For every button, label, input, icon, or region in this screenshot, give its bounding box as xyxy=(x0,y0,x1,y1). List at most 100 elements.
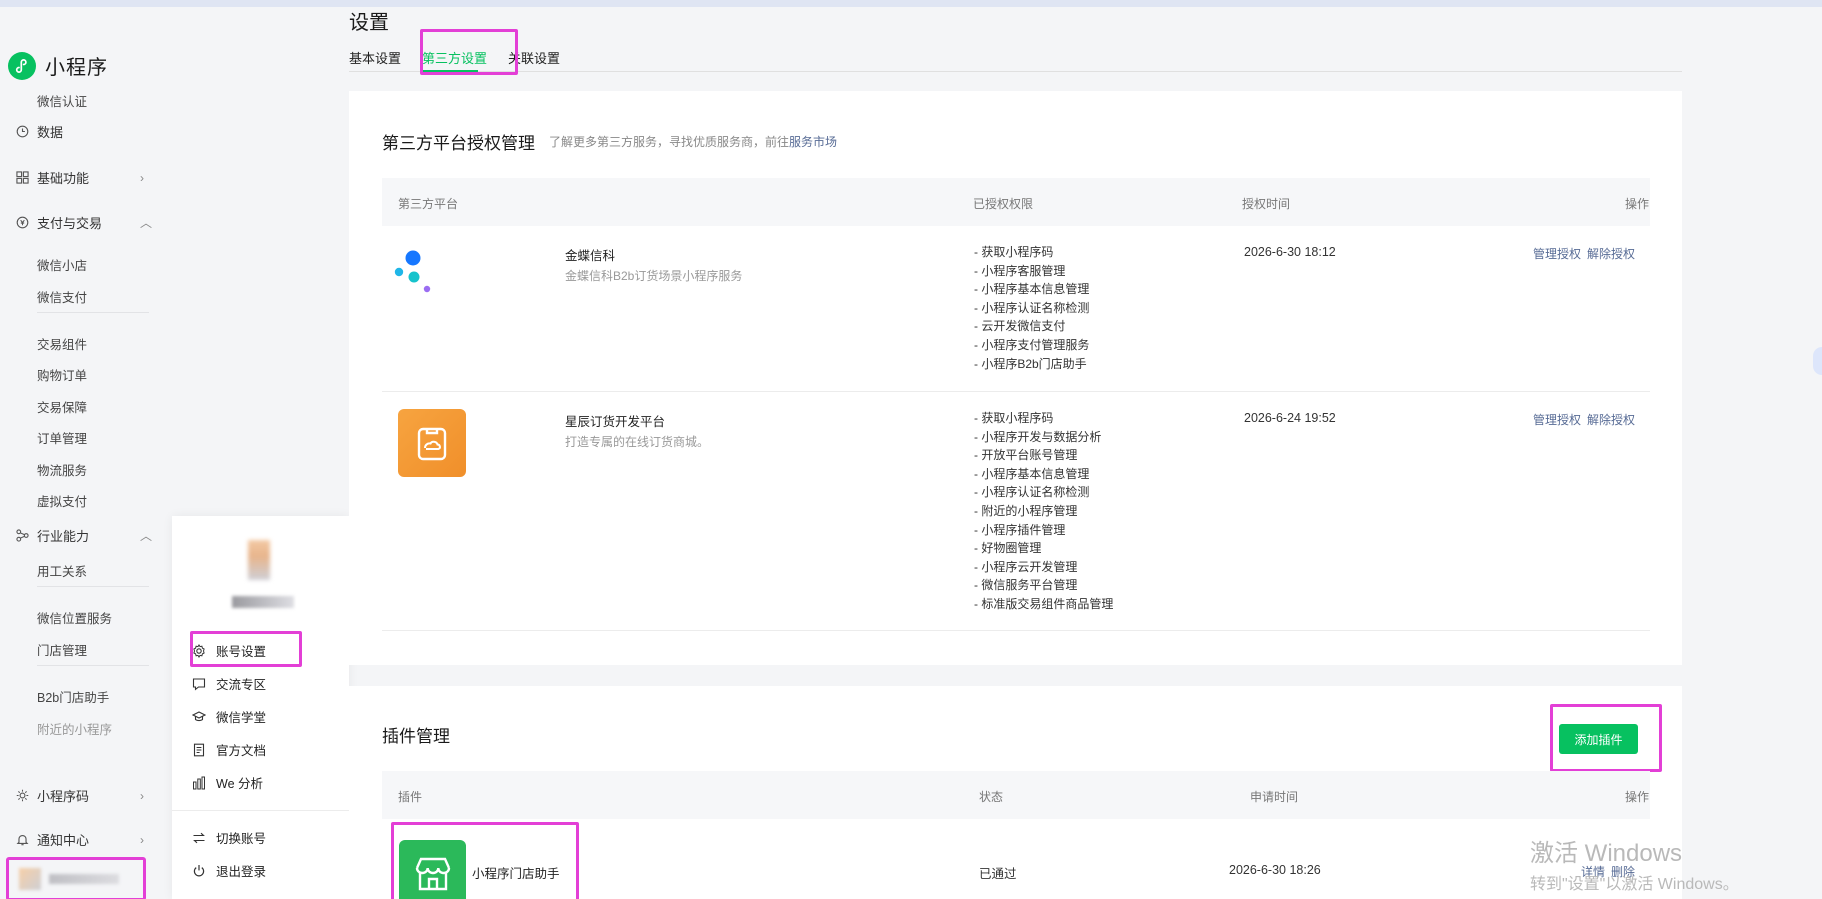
manage-auth-link[interactable]: 管理授权 xyxy=(1533,413,1581,427)
menu-item-switch-account[interactable]: 切换账号 xyxy=(192,828,266,847)
sidebar-item-qrcode[interactable]: 小程序码 › xyxy=(14,786,144,805)
chevron-up-icon: ︿ xyxy=(140,216,153,230)
grid-icon xyxy=(14,170,30,186)
sidebar-item-store-management[interactable]: 门店管理 xyxy=(37,640,87,659)
permission-item: - 小程序认证名称检测 xyxy=(974,300,1090,315)
highlight-box xyxy=(1550,704,1662,772)
current-account-button[interactable] xyxy=(6,857,146,899)
column-header: 插件 xyxy=(398,790,423,804)
table-header: 插件 状态 申请时间 操作 xyxy=(382,771,1650,819)
menu-item-wechat-school[interactable]: 微信学堂 xyxy=(192,707,266,726)
sidebar-item-label: 小程序码 xyxy=(37,789,90,804)
sidebar-divider xyxy=(37,312,149,313)
account-name-redacted xyxy=(232,596,294,608)
watermark-line: 转到"设置"以激活 Windows。 xyxy=(1530,876,1739,893)
platform-name: 星辰订货开发平台 xyxy=(565,415,666,429)
permission-item: - 标准版交易组件商品管理 xyxy=(974,596,1114,611)
sidebar-item-location-service[interactable]: 微信位置服务 xyxy=(37,608,112,627)
sidebar-item-trade-component[interactable]: 交易组件 xyxy=(37,334,87,353)
highlight-box xyxy=(190,631,302,667)
permission-item: - 小程序开发与数据分析 xyxy=(974,429,1102,444)
avatar xyxy=(248,540,270,580)
sidebar-item-payment[interactable]: 支付与交易 ︿ xyxy=(14,213,152,232)
service-market-link[interactable]: 服务市场 xyxy=(789,135,837,149)
column-header: 授权时间 xyxy=(1242,197,1291,211)
sidebar-item-virtual-payment[interactable]: 虚拟支付 xyxy=(37,491,87,510)
plugin-status: 已通过 xyxy=(979,867,1017,881)
permission-item: - 小程序支付管理服务 xyxy=(974,337,1090,352)
menu-item-logout[interactable]: 退出登录 xyxy=(192,861,266,880)
sidebar-item-notifications[interactable]: 通知中心 › xyxy=(14,830,144,849)
bar-chart-icon xyxy=(192,776,206,790)
revoke-auth-link[interactable]: 解除授权 xyxy=(1587,413,1635,427)
sidebar-item-logistics[interactable]: 物流服务 xyxy=(37,460,87,479)
apply-time: 2026-6-30 18:26 xyxy=(1229,863,1321,877)
menu-item-label: 微信学堂 xyxy=(216,711,267,725)
permission-item: - 小程序B2b门店助手 xyxy=(974,356,1087,371)
user-menu-popup: 账号设置 交流专区 微信学堂 官方文档 We 分析 切换账号 退出登录 xyxy=(172,516,349,899)
avatar xyxy=(19,868,41,890)
permission-item: - 小程序基本信息管理 xyxy=(974,466,1090,481)
sidebar-item-nearby-miniprogram[interactable]: 附近的小程序 xyxy=(37,719,112,738)
sidebar-item-data[interactable]: 数据 xyxy=(14,122,63,141)
xingchen-logo-icon xyxy=(398,409,466,477)
chat-icon xyxy=(192,677,206,691)
watermark-line: 激活 Windows xyxy=(1530,840,1683,867)
switch-icon xyxy=(192,831,206,845)
permission-item: - 获取小程序码 xyxy=(974,411,1054,425)
third-party-auth-card: 第三方平台授权管理 了解更多第三方服务，寻找优质服务商，前往服务市场 第三方平台… xyxy=(349,91,1682,665)
yen-icon xyxy=(14,215,30,231)
brand[interactable]: 小程序 xyxy=(8,51,108,80)
chevron-right-icon: › xyxy=(140,170,144,185)
platform-name: 金蝶信科 xyxy=(565,249,616,263)
menu-item-docs[interactable]: 官方文档 xyxy=(192,740,266,759)
chevron-up-icon: ︿ xyxy=(140,529,153,543)
platform-desc: 打造专属的在线订货商城。 xyxy=(565,435,710,449)
permission-item: - 小程序基本信息管理 xyxy=(974,282,1090,297)
menu-item-community[interactable]: 交流专区 xyxy=(192,674,266,693)
manage-auth-link[interactable]: 管理授权 xyxy=(1533,247,1581,261)
sidebar-item-order-management[interactable]: 订单管理 xyxy=(37,428,87,447)
sidebar-item-b2b-store-assistant[interactable]: B2b门店助手 xyxy=(37,687,109,706)
section-title: 插件管理 xyxy=(382,727,450,746)
row-divider xyxy=(382,391,1650,392)
power-icon xyxy=(192,864,206,878)
document-icon xyxy=(192,743,206,757)
tab-basic-settings[interactable]: 基本设置 xyxy=(349,48,401,67)
row-actions: 管理授权 解除授权 xyxy=(1533,411,1635,428)
sidebar-item-trade-guarantee[interactable]: 交易保障 xyxy=(37,397,87,416)
floating-helper-tab[interactable] xyxy=(1813,347,1822,375)
platform-desc: 金蝶信科B2b订货场景小程序服务 xyxy=(565,269,743,283)
brand-name: 小程序 xyxy=(45,57,108,79)
menu-item-label: 退出登录 xyxy=(216,865,267,879)
sidebar-item-label: 通知中心 xyxy=(37,833,90,848)
column-header: 操作 xyxy=(1625,790,1650,804)
clock-icon xyxy=(14,124,30,140)
menu-item-label: We 分析 xyxy=(216,777,263,791)
menu-separator xyxy=(172,810,349,811)
sidebar-item-wechat-verify[interactable]: 微信认证 xyxy=(37,91,87,110)
revoke-auth-link[interactable]: 解除授权 xyxy=(1587,247,1635,261)
sidebar-item-wechat-store[interactable]: 微信小店 xyxy=(37,255,87,274)
sidebar-item-employment[interactable]: 用工关系 xyxy=(37,561,87,580)
sidebar-item-shopping-orders[interactable]: 购物订单 xyxy=(37,365,87,384)
sidebar-item-wechat-pay[interactable]: 微信支付 xyxy=(37,287,87,306)
permission-item: - 好物圈管理 xyxy=(974,541,1042,556)
account-name-redacted xyxy=(49,874,119,884)
permission-item: - 附近的小程序管理 xyxy=(974,503,1078,518)
top-accent-bar xyxy=(0,0,1822,7)
sidebar-item-label: 数据 xyxy=(37,125,64,140)
section-subtitle: 了解更多第三方服务，寻找优质服务商，前往服务市场 xyxy=(549,135,838,149)
permission-item: - 微信服务平台管理 xyxy=(974,578,1078,593)
sidebar-item-basic-functions[interactable]: 基础功能 › xyxy=(14,168,144,187)
permission-item: - 开放平台账号管理 xyxy=(974,448,1078,463)
permission-item: - 小程序云开发管理 xyxy=(974,559,1078,574)
chevron-right-icon: › xyxy=(140,788,144,803)
sidebar: 小程序 微信认证 数据 基础功能 › 支付与交易 ︿ 微信小店 微信支付 交易组… xyxy=(0,7,172,899)
sun-icon xyxy=(14,788,30,804)
miniprogram-logo-icon xyxy=(8,51,36,80)
menu-item-we-analytics[interactable]: We 分析 xyxy=(192,773,263,792)
page-title: 设置 xyxy=(349,12,389,34)
sidebar-item-industry[interactable]: 行业能力 ︿ xyxy=(14,526,152,545)
plugin-management-card: 插件管理 添加插件 插件 状态 申请时间 操作 小程序门店助手 已通过 2026… xyxy=(349,686,1682,899)
